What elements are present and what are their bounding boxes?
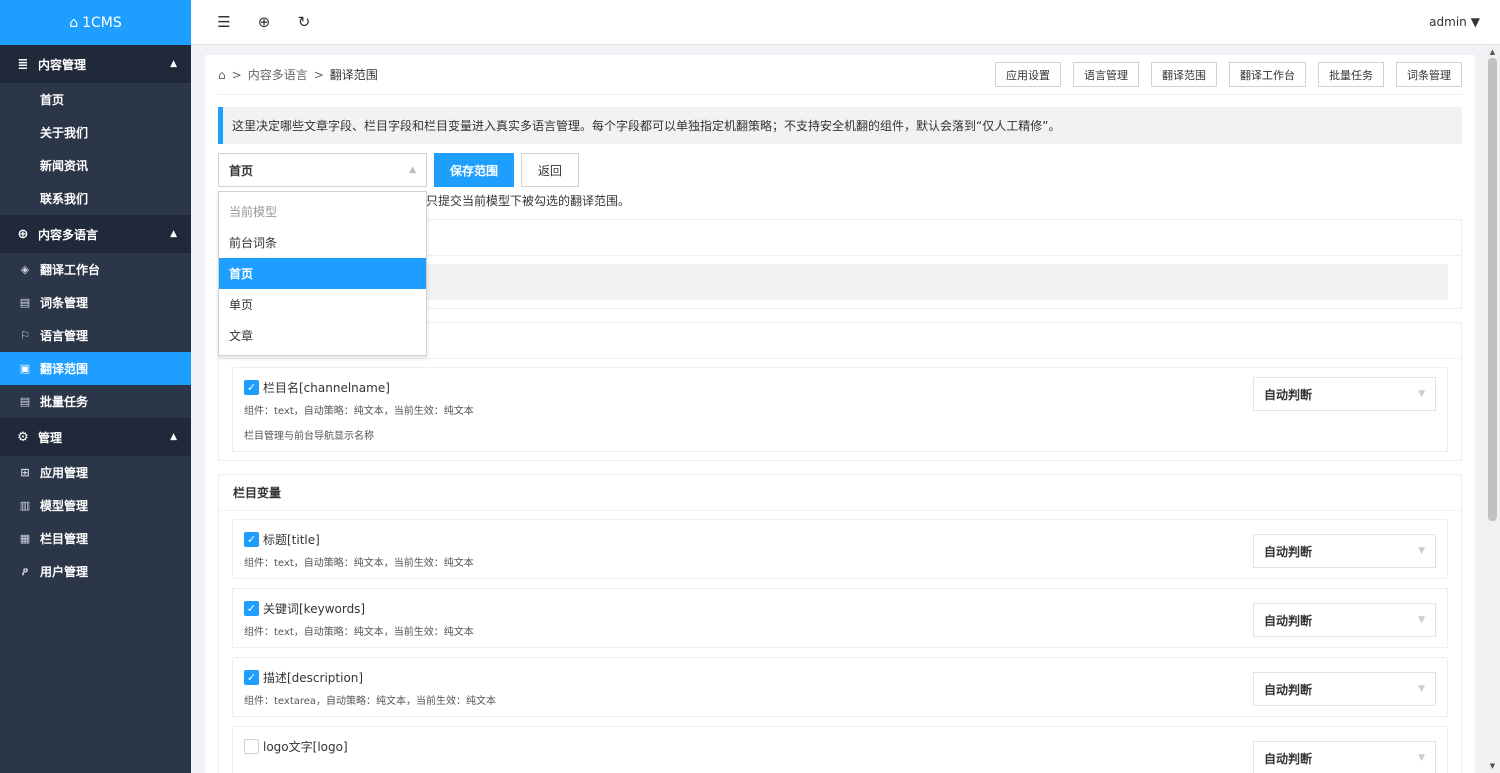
strategy-select[interactable]: 自动判断 ▼ <box>1253 534 1436 568</box>
model-select[interactable]: 首页 ▲ <box>218 153 427 187</box>
sidebar-item-news[interactable]: 新闻资讯 <box>0 149 191 182</box>
sidebar-group-admin[interactable]: ⚙ 管理 ▲ <box>0 418 191 456</box>
topbar: ☰ ⊕ ↻ admin ▼ <box>191 0 1500 45</box>
caret-up-icon: ▲ <box>409 165 416 175</box>
sidebar-item-terms[interactable]: ▤ 词条管理 <box>0 286 191 319</box>
sidebar-item-contact[interactable]: 联系我们 <box>0 182 191 215</box>
strategy-select[interactable]: 自动判断 ▼ <box>1253 741 1436 773</box>
user-icon: ዖ <box>21 564 29 578</box>
breadcrumb: ⌂ > 内容多语言 > 翻译范围 <box>218 66 378 83</box>
menu-toggle-icon[interactable]: ☰ <box>204 13 244 31</box>
list-icon: ≣ <box>17 56 29 72</box>
model-select-dropdown: 当前模型 前台词条 首页 单页 文章 <box>218 191 427 356</box>
file-icon: ▤ <box>19 296 31 309</box>
sidebar-item-workbench[interactable]: ◈ 翻译工作台 <box>0 253 191 286</box>
sidebar-item-scope[interactable]: ▣ 翻译范围 <box>0 352 191 385</box>
field-card: ✓ 标题[title] 组件：text，自动策略：纯文本，当前生效：纯文本 自动… <box>232 519 1448 579</box>
home-icon: ⌂ <box>69 14 79 31</box>
document-icon: ▣ <box>19 362 31 375</box>
home-icon[interactable]: ⌂ <box>218 68 226 82</box>
notice: 这里决定哪些文章字段、栏目字段和栏目变量进入真实多语言管理。每个字段都可以单独指… <box>218 107 1462 144</box>
scrollbar-thumb[interactable] <box>1488 58 1497 521</box>
dropdown-option[interactable]: 前台词条 <box>219 227 426 258</box>
translate-scope-button[interactable]: 翻译范围 <box>1151 62 1217 87</box>
app-logo[interactable]: ⌂ 1CMS <box>0 0 191 45</box>
caret-down-icon: ▼ <box>1418 684 1425 694</box>
field-card: ✓ 描述[description] 组件：textarea，自动策略：纯文本，当… <box>232 657 1448 717</box>
globe-icon: ⊕ <box>17 226 29 242</box>
model-icon: ▥ <box>19 499 31 512</box>
sidebar-item-batch[interactable]: ▤ 批量任务 <box>0 385 191 418</box>
dropdown-option[interactable]: 单页 <box>219 289 426 320</box>
caret-up-icon: ▲ <box>170 432 177 442</box>
caret-down-icon: ▼ <box>1418 389 1425 399</box>
layers-icon: ◈ <box>20 263 30 276</box>
field-checkbox[interactable]: ✓ <box>244 379 259 395</box>
breadcrumb-current: 翻译范围 <box>329 68 378 82</box>
field-checkbox[interactable]: ✓ <box>244 600 259 616</box>
sidebar-item-columns[interactable]: ▦ 栏目管理 <box>0 522 191 555</box>
scroll-down-icon[interactable]: ▼ <box>1485 759 1500 773</box>
main-content: ⌂ > 内容多语言 > 翻译范围 应用设置 语言管理 翻译范围 翻译工作台 批量… <box>205 55 1475 773</box>
sidebar-item-users[interactable]: ዖ 用户管理 <box>0 555 191 588</box>
dropdown-option[interactable]: 首页 <box>219 258 426 289</box>
file-icon: ▤ <box>19 395 31 408</box>
sidebar-item-languages[interactable]: ⚐ 语言管理 <box>0 319 191 352</box>
globe-icon[interactable]: ⊕ <box>244 13 284 31</box>
sidebar-item-home[interactable]: 首页 <box>0 83 191 116</box>
breadcrumb-item[interactable]: 内容多语言 <box>248 66 308 83</box>
field-card: ✓ 关键词[keywords] 组件：text，自动策略：纯文本，当前生效：纯文… <box>232 588 1448 648</box>
language-manage-button[interactable]: 语言管理 <box>1073 62 1139 87</box>
apps-icon: ⊞ <box>20 466 30 479</box>
field-checkbox[interactable]: ✓ <box>244 531 259 547</box>
sidebar-item-about[interactable]: 关于我们 <box>0 116 191 149</box>
strategy-select[interactable]: 自动判断 ▼ <box>1253 603 1436 637</box>
user-menu[interactable]: admin ▼ <box>1429 15 1500 29</box>
scroll-up-icon[interactable]: ▲ <box>1485 45 1500 59</box>
dropdown-option: 当前模型 <box>229 205 278 219</box>
batch-task-button[interactable]: 批量任务 <box>1318 62 1384 87</box>
caret-down-icon: ▼ <box>1470 15 1480 29</box>
section-title: 栏目变量 <box>219 475 1461 511</box>
column-vars-panel: 栏目变量 ✓ 标题[title] 组件：text，自动策略：纯文本，当前生效：纯… <box>218 474 1462 773</box>
sidebar-group-multilang[interactable]: ⊕ 内容多语言 ▲ <box>0 215 191 253</box>
scrollbar[interactable]: ▲ ▼ <box>1485 45 1500 773</box>
back-button[interactable]: 返回 <box>521 153 580 187</box>
strategy-select[interactable]: 自动判断 ▼ <box>1253 672 1436 706</box>
columns-icon: ▦ <box>19 532 31 545</box>
dropdown-option[interactable]: 文章 <box>219 320 426 351</box>
term-manage-button[interactable]: 词条管理 <box>1396 62 1462 87</box>
caret-down-icon: ▼ <box>1418 753 1425 763</box>
sidebar-group-content[interactable]: ≣ 内容管理 ▲ <box>0 45 191 83</box>
refresh-icon[interactable]: ↻ <box>284 13 324 31</box>
strategy-select[interactable]: 自动判断 ▼ <box>1253 377 1436 411</box>
caret-down-icon: ▼ <box>1418 615 1425 625</box>
field-card: ✓ 栏目名[channelname] 组件：text，自动策略：纯文本，当前生效… <box>232 367 1448 452</box>
field-card: logo文字[logo] 自动判断 ▼ <box>232 726 1448 773</box>
field-checkbox[interactable] <box>244 738 259 754</box>
translate-workbench-button[interactable]: 翻译工作台 <box>1229 62 1306 87</box>
caret-down-icon: ▼ <box>1418 546 1425 556</box>
sidebar: ⌂ 1CMS ≣ 内容管理 ▲ 首页 关于我们 新闻资讯 联系我们 ⊕ 内容多语… <box>0 0 191 773</box>
sidebar-item-apps[interactable]: ⊞ 应用管理 <box>0 456 191 489</box>
field-checkbox[interactable]: ✓ <box>244 669 259 685</box>
sidebar-item-models[interactable]: ▥ 模型管理 <box>0 489 191 522</box>
gear-icon: ⚙ <box>17 429 29 445</box>
save-scope-button[interactable]: 保存范围 <box>434 153 515 187</box>
caret-up-icon: ▲ <box>170 229 177 239</box>
flag-icon: ⚐ <box>20 329 30 342</box>
caret-up-icon: ▲ <box>170 59 177 69</box>
app-settings-button[interactable]: 应用设置 <box>995 62 1061 87</box>
